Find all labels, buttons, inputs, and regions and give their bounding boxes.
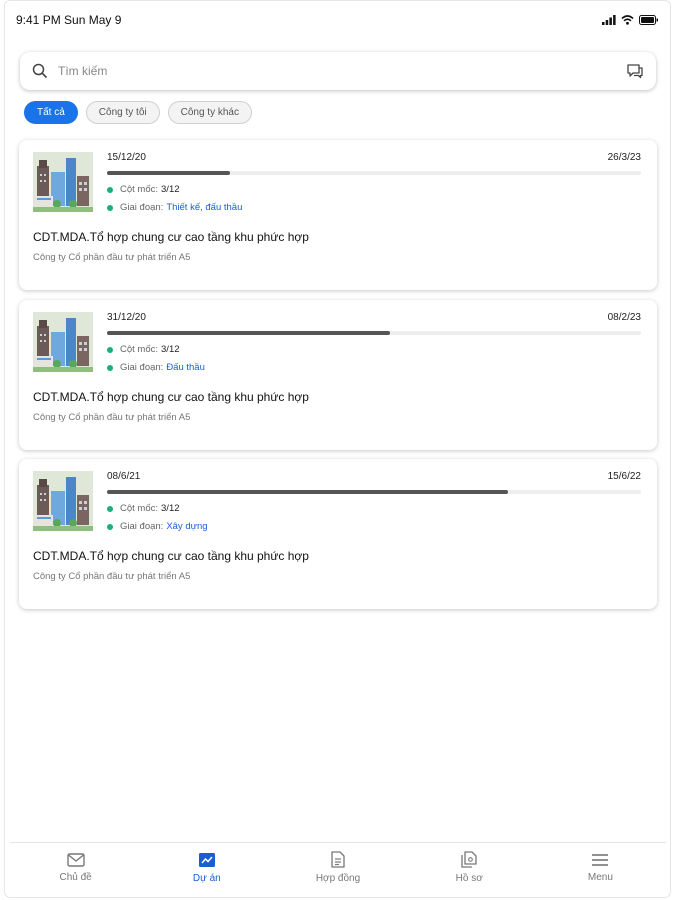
wifi-icon	[621, 15, 634, 25]
search-input[interactable]: Tìm kiếm	[58, 64, 626, 78]
status-icons	[602, 15, 659, 25]
project-card[interactable]: 08/6/21 15/6/22 Cột mốc: 3/12 Giai đoạn: X…	[19, 459, 657, 609]
tab-ho-so[interactable]: Hồ sơ	[404, 843, 535, 892]
tab-menu[interactable]: Menu	[535, 843, 666, 892]
project-title: CDT.MDA.Tổ hợp chung cư cao tầng khu phứ…	[33, 390, 309, 404]
progress-fill	[107, 331, 391, 335]
project-card[interactable]: 15/12/20 26/3/23 Cột mốc: 3/12 Giai đoạn:…	[19, 140, 657, 290]
tab-chu-de[interactable]: Chủ đề	[10, 843, 141, 892]
progress-fill	[107, 490, 508, 494]
project-thumbnail	[33, 471, 93, 531]
filter-chips: Tất cả Công ty tôi Công ty khác	[24, 101, 252, 124]
status-dot	[107, 505, 113, 512]
end-date: 08/2/23	[607, 312, 641, 323]
battery-icon	[639, 15, 658, 25]
project-dates: 31/12/20 08/2/23	[107, 312, 641, 326]
project-dates: 15/12/20 26/3/23	[107, 152, 641, 166]
contract-document-icon	[331, 851, 345, 868]
status-time: 9:41 PM Sun May 9	[16, 13, 122, 27]
project-title: CDT.MDA.Tổ hợp chung cư cao tầng khu phứ…	[33, 549, 309, 563]
progress-bar	[107, 171, 641, 175]
milestone-row: Cột mốc: 3/12	[107, 344, 641, 355]
tab-label: Chủ đề	[59, 871, 92, 883]
progress-bar	[107, 331, 641, 335]
status-bar: 9:41 PM Sun May 9	[16, 12, 659, 28]
milestone-row: Cột mốc: 3/12	[107, 503, 641, 514]
tab-label: Dự án	[192, 872, 221, 884]
phase-value: Xây dựng	[166, 521, 208, 532]
project-company: Công ty Cổ phần đầu tư phát triển A5	[33, 252, 191, 263]
project-thumbnail	[33, 312, 93, 372]
milestone-value: 3/12	[161, 503, 180, 514]
project-card[interactable]: 31/12/20 08/2/23 Cột mốc: 3/12 Giai đoạn:…	[19, 300, 657, 450]
progress-fill	[107, 171, 230, 175]
project-company: Công ty Cổ phần đầu tư phát triển A5	[33, 412, 191, 423]
tab-label: Menu	[587, 871, 613, 883]
search-bar[interactable]: Tìm kiếm	[20, 52, 656, 90]
project-info: 15/12/20 26/3/23 Cột mốc: 3/12 Giai đoạn:…	[107, 152, 641, 213]
phase-value: Thiết kế, đấu thầu	[166, 202, 243, 213]
project-chart-icon	[198, 852, 215, 867]
tab-du-an[interactable]: Dự án	[141, 843, 272, 892]
project-company: Công ty Cổ phần đầu tư phát triển A5	[33, 571, 191, 582]
start-date: 08/6/21	[107, 471, 141, 482]
tab-hop-dong[interactable]: Hợp đồng	[272, 843, 403, 892]
filter-chip-my-company[interactable]: Công ty tôi	[85, 101, 160, 124]
phase-row: Giai đoạn: Đấu thầu	[107, 362, 641, 373]
project-dates: 08/6/21 15/6/22	[107, 471, 641, 485]
start-date: 15/12/20	[107, 152, 146, 163]
milestone-value: 3/12	[161, 344, 180, 355]
phase-label: Giai đoạn:	[120, 362, 164, 373]
status-dot	[107, 186, 113, 193]
phase-row: Giai đoạn: Xây dựng	[107, 521, 641, 532]
filter-chip-other-company[interactable]: Công ty khác	[167, 101, 252, 124]
progress-bar	[107, 490, 641, 494]
project-info: 31/12/20 08/2/23 Cột mốc: 3/12 Giai đoạn:…	[107, 312, 641, 373]
status-dot	[107, 523, 113, 530]
phase-value: Đấu thầu	[166, 362, 205, 373]
phase-label: Giai đoạn:	[120, 521, 164, 532]
start-date: 31/12/20	[107, 312, 146, 323]
milestone-row: Cột mốc: 3/12	[107, 184, 641, 195]
status-dot	[107, 346, 113, 353]
project-title: CDT.MDA.Tổ hợp chung cư cao tầng khu phứ…	[33, 230, 309, 244]
status-dot	[107, 204, 113, 211]
milestone-value: 3/12	[161, 184, 180, 195]
end-date: 26/3/23	[607, 152, 641, 163]
status-dot	[107, 364, 113, 371]
phase-row: Giai đoạn: Thiết kế, đấu thầu	[107, 202, 641, 213]
bottom-tab-bar: Chủ đề Dự án Hợp đồng Hồ sơ Menu	[10, 842, 666, 892]
milestone-label: Cột mốc:	[120, 344, 159, 355]
project-thumbnail	[33, 152, 93, 212]
mail-icon	[66, 852, 85, 867]
chat-icon[interactable]	[626, 63, 644, 79]
tab-label: Hợp đồng	[315, 873, 361, 884]
milestone-label: Cột mốc:	[120, 184, 159, 195]
filter-chip-all[interactable]: Tất cả	[24, 101, 78, 124]
project-info: 08/6/21 15/6/22 Cột mốc: 3/12 Giai đoạn: X…	[107, 471, 641, 532]
milestone-label: Cột mốc:	[120, 503, 159, 514]
signal-icon	[602, 15, 616, 25]
menu-icon	[592, 853, 609, 866]
files-icon	[461, 851, 477, 868]
tab-label: Hồ sơ	[455, 873, 483, 884]
phase-label: Giai đoạn:	[120, 202, 164, 213]
search-icon	[32, 63, 48, 79]
end-date: 15/6/22	[607, 471, 641, 482]
